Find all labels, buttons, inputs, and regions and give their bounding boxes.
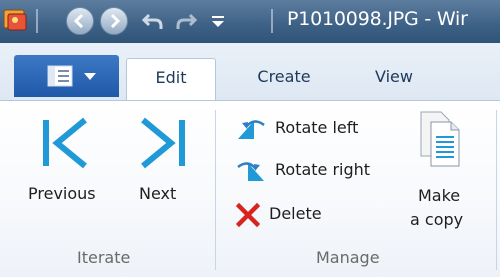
- delete-label: Delete: [269, 204, 322, 223]
- tab-edit[interactable]: Edit: [126, 58, 216, 100]
- title-separator-2: [271, 9, 273, 33]
- make-copy-label-line2: a copy: [410, 210, 464, 229]
- title-bar: P1010098.JPG - Wir: [0, 0, 500, 43]
- rotate-right-button[interactable]: Rotate right: [231, 158, 401, 184]
- undo-icon[interactable]: [141, 7, 165, 35]
- document-menu-icon: [47, 65, 73, 87]
- previous-button[interactable]: Previous: [28, 112, 114, 212]
- file-menu-button[interactable]: [14, 55, 119, 97]
- window-title: P1010098.JPG - Wir: [287, 8, 468, 30]
- make-copy-button[interactable]: Make a copy: [405, 106, 485, 236]
- delete-x-icon: [236, 203, 260, 227]
- rotate-left-icon: [238, 120, 265, 139]
- redo-icon[interactable]: [174, 7, 198, 35]
- group-label-iterate: Iterate: [77, 248, 131, 267]
- group-separator: [215, 110, 216, 270]
- back-icon: [73, 13, 84, 29]
- title-separator: [36, 9, 38, 33]
- forward-button[interactable]: [100, 7, 128, 35]
- next-button[interactable]: Next: [132, 112, 192, 212]
- make-copy-label-line1: Make: [418, 186, 461, 205]
- next-label: Next: [139, 184, 177, 203]
- photo-viewer-app-icon[interactable]: [2, 6, 30, 34]
- next-icon: [141, 117, 185, 169]
- previous-icon: [43, 117, 87, 169]
- tab-view[interactable]: View: [354, 58, 434, 100]
- previous-label: Previous: [28, 184, 96, 203]
- customize-dropdown-icon[interactable]: [206, 7, 230, 35]
- rotate-left-label: Rotate left: [275, 118, 359, 137]
- forward-icon: [110, 13, 121, 29]
- copy-document-icon: [420, 111, 460, 167]
- tab-create[interactable]: Create: [234, 58, 334, 100]
- chevron-down-icon: [84, 73, 96, 80]
- group-separator-right: [496, 110, 497, 270]
- delete-button[interactable]: Delete: [231, 200, 351, 228]
- rotate-right-label: Rotate right: [275, 160, 371, 179]
- group-label-manage: Manage: [316, 248, 380, 267]
- rotate-right-icon: [237, 162, 264, 181]
- back-button[interactable]: [66, 7, 94, 35]
- rotate-left-button[interactable]: Rotate left: [231, 116, 391, 142]
